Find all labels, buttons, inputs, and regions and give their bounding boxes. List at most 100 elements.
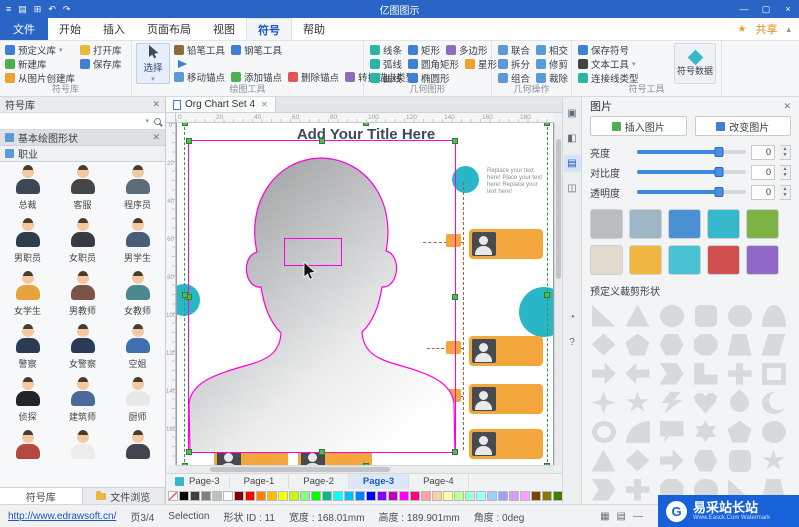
ribbon-button[interactable]: 新建库 <box>5 57 78 71</box>
select-tool-button[interactable]: 选择 ▾ <box>136 43 170 84</box>
crop-shape-item[interactable] <box>658 448 685 473</box>
page-navigation[interactable]: Page-3 <box>166 474 230 489</box>
crop-shape-item[interactable] <box>726 448 753 473</box>
resize-handle[interactable] <box>319 138 325 144</box>
color-swatch[interactable] <box>542 491 552 501</box>
preset-thumbnail[interactable] <box>629 209 662 239</box>
crop-shape-item[interactable] <box>760 303 787 328</box>
crop-shape-item[interactable] <box>760 332 787 357</box>
ribbon-button[interactable]: 矩形 <box>408 43 440 57</box>
search-icon[interactable] <box>154 117 161 125</box>
value-stepper[interactable]: ▲ ▼ <box>780 144 791 160</box>
picture-panel-icon[interactable]: ▤ <box>563 155 581 172</box>
style-panel-icon[interactable]: ◧ <box>564 130 581 147</box>
crop-shape-item[interactable] <box>590 419 617 444</box>
photo-card-shape[interactable] <box>469 429 543 459</box>
color-swatch[interactable] <box>454 491 464 501</box>
insert-picture-button[interactable]: 插入图片 <box>590 116 687 136</box>
resize-handle[interactable] <box>452 293 458 300</box>
symbol-item[interactable]: 总裁 <box>0 164 55 217</box>
crop-shape-item[interactable] <box>590 332 617 357</box>
preset-thumbnail[interactable] <box>590 245 623 275</box>
ribbon-tab[interactable]: 符号 <box>246 18 292 40</box>
crop-shape-item[interactable] <box>658 361 685 386</box>
crop-shape-item[interactable] <box>658 303 685 328</box>
color-swatch[interactable] <box>267 491 277 501</box>
teal-circle-shape[interactable] <box>452 166 479 193</box>
preset-thumbnail[interactable] <box>668 245 701 275</box>
resize-handle[interactable] <box>186 449 192 455</box>
color-swatch[interactable] <box>520 491 530 501</box>
color-swatch[interactable] <box>531 491 541 501</box>
placeholder-text[interactable]: Replace your text here! Place your text … <box>487 168 543 196</box>
close-section-icon[interactable]: ✕ <box>152 132 160 143</box>
preset-thumbnail[interactable] <box>707 245 740 275</box>
symbol-item[interactable] <box>0 429 55 482</box>
value-stepper[interactable]: ▲ ▼ <box>780 184 791 200</box>
help-panel-icon[interactable]: ? <box>564 334 581 351</box>
slider-thumb[interactable] <box>714 147 724 157</box>
ribbon-button[interactable]: 文本工具 ▾ <box>578 57 642 71</box>
crop-shape-item[interactable] <box>624 419 651 444</box>
ribbon-button[interactable]: 圆角矩形 <box>408 57 459 71</box>
symbol-item[interactable]: 男学生 <box>110 217 165 270</box>
color-swatch[interactable] <box>465 491 475 501</box>
search-dropdown-icon[interactable]: ▾ <box>145 117 149 125</box>
symbol-item[interactable]: 女学生 <box>0 270 55 323</box>
crop-shape-item[interactable] <box>624 477 651 502</box>
preset-thumbnail[interactable] <box>746 245 779 275</box>
symbol-data-button[interactable]: 符号数据 <box>674 43 716 84</box>
no-color-swatch[interactable] <box>168 491 178 501</box>
color-swatch[interactable] <box>223 491 233 501</box>
slider-value[interactable]: 0 <box>751 184 775 200</box>
page[interactable]: Add Your Title Here Replace your text he… <box>176 123 554 465</box>
color-swatch[interactable] <box>498 491 508 501</box>
photo-card-shape[interactable] <box>469 229 543 259</box>
symbol-item[interactable]: 客服 <box>55 164 110 217</box>
page-tab[interactable]: Page-4 <box>409 474 469 489</box>
ribbon-button[interactable]: 弧线 <box>370 57 402 71</box>
color-swatch[interactable] <box>476 491 486 501</box>
crop-shape-item[interactable] <box>590 477 617 502</box>
slider-track[interactable] <box>637 187 746 197</box>
drawing-canvas[interactable]: Add Your Title Here Replace your text he… <box>176 123 554 465</box>
document-tab[interactable]: Org Chart Set 4 ✕ <box>166 97 276 112</box>
crop-shape-item[interactable] <box>658 390 685 415</box>
section-occupation[interactable]: 职业 <box>0 146 165 162</box>
share-button[interactable]: 共享 <box>755 21 777 37</box>
crop-shape-item[interactable] <box>692 419 719 444</box>
crop-shape-item[interactable] <box>760 448 787 473</box>
quick-access-icon[interactable]: ↶ <box>48 4 56 15</box>
color-swatch[interactable] <box>487 491 497 501</box>
resize-handle[interactable] <box>186 138 192 144</box>
color-swatch[interactable] <box>388 491 398 501</box>
page-tab[interactable]: Page-1 <box>230 474 290 489</box>
window-control-icon[interactable]: — <box>733 0 755 18</box>
scrollbar-thumb[interactable] <box>210 467 390 472</box>
ribbon-button[interactable]: 相交 <box>536 43 568 57</box>
quick-access-icon[interactable]: ▤ <box>18 4 27 15</box>
vertical-scrollbar[interactable] <box>554 123 562 465</box>
ribbon-button[interactable]: 保存符号 <box>578 43 642 57</box>
crop-shape-item[interactable] <box>760 361 787 386</box>
symbol-item[interactable]: 男教师 <box>55 270 110 323</box>
format-panel-icon[interactable]: ▣ <box>564 105 581 122</box>
color-swatch[interactable] <box>333 491 343 501</box>
ribbon-tab[interactable]: 帮助 <box>292 18 336 40</box>
quick-access-icon[interactable]: ⊞ <box>34 4 42 15</box>
window-control-icon[interactable]: ▢ <box>755 0 777 18</box>
color-swatch[interactable] <box>190 491 200 501</box>
quick-access-icon[interactable]: ↷ <box>63 4 71 15</box>
color-swatch[interactable] <box>201 491 211 501</box>
slider-value[interactable]: 0 <box>751 144 775 160</box>
symbol-item[interactable]: 建筑师 <box>55 376 110 429</box>
fit-page-icon[interactable]: ▦ <box>600 511 609 522</box>
ribbon-button[interactable]: 预定义库 ▾ <box>5 43 78 57</box>
page-tab[interactable]: Page-3 <box>348 474 410 489</box>
resize-handle[interactable] <box>452 138 458 144</box>
crop-shape-item[interactable] <box>692 303 719 328</box>
slider-track[interactable] <box>637 167 746 177</box>
color-swatch[interactable] <box>179 491 189 501</box>
crop-shape-item[interactable] <box>726 332 753 357</box>
ribbon-button[interactable]: 联合 <box>498 43 530 57</box>
